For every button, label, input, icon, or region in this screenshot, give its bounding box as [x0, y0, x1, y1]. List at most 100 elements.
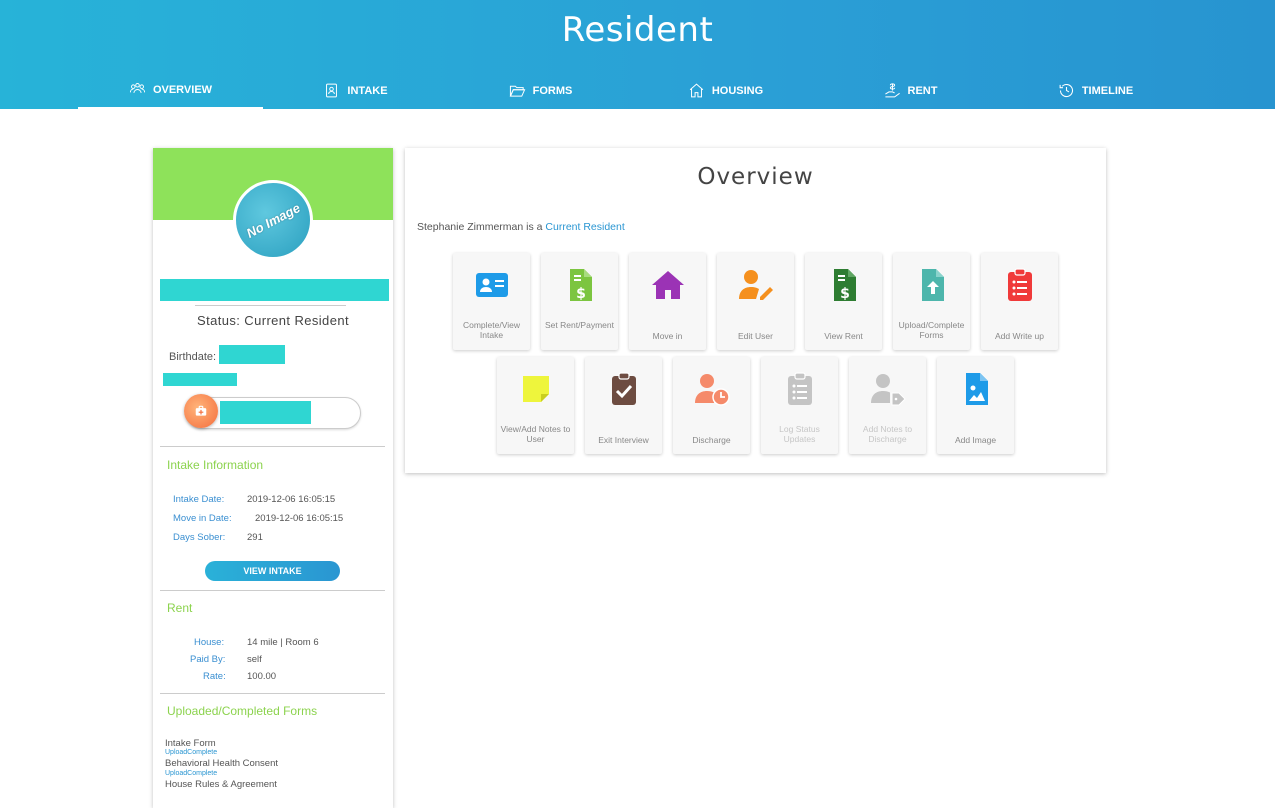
add-write-up-tile[interactable]: Add Write up — [981, 253, 1058, 350]
resident-status: Status: Current Resident — [197, 313, 349, 328]
resident-name: Stephanie Zimmerman — [417, 221, 524, 233]
paid-by-label: Paid By: — [190, 654, 226, 665]
tile-label: Upload/Complete Forms — [898, 320, 965, 340]
invoice-dollar-icon: $ — [833, 269, 856, 302]
move-in-date-value: 2019-12-06 16:05:15 — [255, 513, 344, 524]
tile-label: Discharge — [692, 435, 731, 445]
view-intake-button[interactable]: VIEW INTAKE — [205, 561, 340, 581]
clipboard-check-icon — [611, 372, 636, 405]
redacted-field — [163, 373, 237, 386]
form-status: UploadComplete — [165, 749, 218, 756]
intake-date-value: 2019-12-06 16:05:15 — [247, 494, 336, 505]
add-notes-to-discharge-tile[interactable]: Add Notes to Discharge — [849, 357, 926, 454]
tile-label: Edit User — [738, 331, 773, 341]
user-edit-icon — [738, 270, 773, 300]
move-in-date-label: Move in Date: — [173, 513, 232, 524]
paid-by-value: self — [247, 654, 262, 665]
divider — [160, 693, 385, 694]
id-card-icon — [475, 273, 508, 297]
tile-label: Add Notes to Discharge — [862, 424, 913, 444]
days-sober-value: 291 — [247, 532, 263, 543]
intake-section-title: Intake Information — [167, 458, 264, 472]
hand-money-icon — [884, 83, 900, 98]
resident-summary: Stephanie Zimmerman is a Current Residen… — [417, 221, 625, 233]
svg-text:$: $ — [840, 286, 850, 302]
intake-date-label: Intake Date: — [173, 494, 225, 505]
folder-open-icon — [509, 85, 525, 97]
redacted-contact — [220, 401, 311, 424]
resident-connector: is a — [523, 221, 546, 233]
form-item[interactable]: House Rules & Agreement — [165, 779, 277, 790]
file-image-icon — [965, 373, 988, 405]
resident-status-link[interactable]: Current Resident — [545, 221, 624, 233]
tile-label: Set Rent/Payment — [545, 320, 614, 330]
avatar[interactable]: No Image — [233, 180, 313, 260]
page-title: Resident — [561, 10, 714, 50]
overview-title: Overview — [697, 164, 814, 190]
rent-section-title: Rent — [167, 601, 193, 615]
first-aid-icon — [184, 394, 218, 428]
tab-overview[interactable]: OVERVIEW — [78, 72, 263, 109]
clipboard-list-icon — [1007, 268, 1032, 301]
log-status-updates-tile[interactable]: Log Status Updates — [761, 357, 838, 454]
divider — [160, 446, 385, 447]
svg-text:$: $ — [576, 286, 586, 302]
tab-label: INTAKE — [347, 84, 388, 97]
tab-label: OVERVIEW — [152, 83, 213, 96]
exit-interview-tile[interactable]: Exit Interview — [585, 357, 662, 454]
avatar-placeholder-text: No Image — [243, 199, 303, 241]
form-status: UploadComplete — [165, 770, 218, 777]
tab-bar: OVERVIEW INTAKE FORMS HOUSING RENT TIMEL… — [78, 72, 1188, 109]
form-item[interactable]: Behavioral Health Consent — [165, 758, 278, 769]
tile-label: Move in — [652, 331, 683, 341]
id-document-icon — [326, 83, 338, 98]
tab-forms[interactable]: FORMS — [448, 72, 633, 109]
divider — [195, 305, 346, 306]
set-rent-payment-tile[interactable]: $ Set Rent/Payment — [541, 253, 618, 350]
upload-complete-forms-tile[interactable]: Upload/Complete Forms — [893, 253, 970, 350]
house-label: House: — [194, 637, 225, 648]
tile-label: Exit Interview — [598, 435, 649, 445]
home-icon — [689, 83, 704, 98]
tab-label: TIMELINE — [1081, 84, 1134, 97]
tile-label: View/Add Notes to User — [500, 424, 571, 444]
add-image-tile[interactable]: Add Image — [937, 357, 1014, 454]
birthdate-label: Birthdate: — [169, 351, 217, 363]
tile-label: Log Status Updates — [779, 424, 820, 444]
edit-user-tile[interactable]: Edit User — [717, 253, 794, 350]
tile-label: Complete/View Intake — [462, 320, 520, 340]
days-sober-label: Days Sober: — [173, 532, 226, 543]
tab-housing[interactable]: HOUSING — [633, 72, 818, 109]
rate-value: 100.00 — [247, 671, 277, 682]
app-header: Resident OVERVIEW INTAKE FORMS HOUSING R… — [0, 0, 1275, 109]
profile-card: No Image Status: Current Resident Birthd… — [153, 148, 393, 808]
tab-label: HOUSING — [711, 84, 764, 97]
tab-timeline[interactable]: TIMELINE — [1003, 72, 1188, 109]
users-cog-icon — [129, 83, 145, 94]
form-item[interactable]: Intake Form — [165, 738, 216, 749]
house-value: 14 mile | Room 6 — [247, 637, 319, 648]
rate-label: Rate: — [203, 671, 226, 682]
view-rent-tile[interactable]: $ View Rent — [805, 253, 882, 350]
tile-label: Add Write up — [995, 331, 1044, 341]
history-icon — [1059, 84, 1073, 98]
complete-view-intake-tile[interactable]: Complete/View Intake — [453, 253, 530, 350]
redacted-birthdate — [219, 345, 285, 364]
house-icon — [651, 271, 684, 299]
tile-label: View Rent — [824, 331, 863, 341]
sticky-note-icon — [522, 376, 549, 402]
tab-label: FORMS — [532, 84, 573, 97]
tab-rent[interactable]: RENT — [818, 72, 1003, 109]
tab-label: RENT — [907, 84, 938, 97]
move-in-tile[interactable]: Move in — [629, 253, 706, 350]
view-add-notes-tile[interactable]: View/Add Notes to User — [497, 357, 574, 454]
clipboard-list-icon — [787, 372, 812, 405]
file-upload-icon — [921, 269, 944, 301]
discharge-tile[interactable]: Discharge — [673, 357, 750, 454]
user-tag-icon — [870, 374, 906, 406]
divider — [160, 590, 385, 591]
invoice-dollar-icon: $ — [569, 269, 592, 302]
user-clock-icon — [694, 374, 730, 406]
redacted-name — [160, 279, 389, 301]
tab-intake[interactable]: INTAKE — [263, 72, 448, 109]
